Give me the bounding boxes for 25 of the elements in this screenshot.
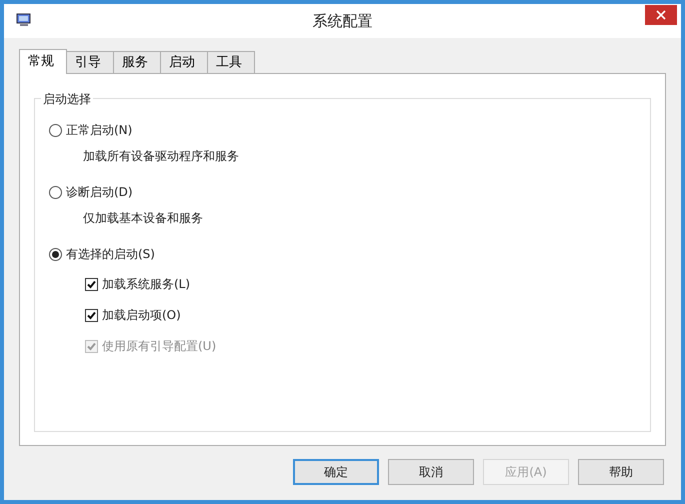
radio-option[interactable]: 正常启动(N) xyxy=(49,121,132,139)
radio-option[interactable]: 诊断启动(D) xyxy=(49,183,133,201)
checkbox[interactable] xyxy=(85,278,98,290)
tab[interactable]: 引导 xyxy=(66,51,114,73)
tab[interactable]: 服务 xyxy=(113,51,161,73)
radio-button[interactable] xyxy=(49,186,62,198)
option-description: 仅加载基本设备和服务 xyxy=(83,210,204,227)
window-title: 系统配置 xyxy=(312,10,374,32)
tab[interactable]: 启动 xyxy=(160,51,208,73)
group-title: 启动选择 xyxy=(41,90,93,108)
close-button[interactable] xyxy=(645,5,677,25)
checkbox-option[interactable]: 加载启动项(O) xyxy=(85,306,636,324)
dialog-button[interactable]: 取消 xyxy=(388,459,474,485)
tab[interactable]: 工具 xyxy=(207,51,255,73)
tab[interactable]: 常规 xyxy=(19,49,67,74)
close-icon xyxy=(656,10,666,20)
option-description: 加载所有设备驱动程序和服务 xyxy=(83,148,240,165)
radio-button[interactable] xyxy=(49,248,62,260)
checkbox-option[interactable]: 加载系统服务(L) xyxy=(85,275,636,293)
radio-button[interactable] xyxy=(49,124,62,136)
dialog-button[interactable]: 帮助 xyxy=(578,459,664,485)
checkbox[interactable] xyxy=(85,308,98,322)
dialog-button[interactable]: 确定 xyxy=(293,459,379,485)
radio-option[interactable]: 有选择的启动(S) xyxy=(49,245,155,263)
monitor-icon xyxy=(16,12,32,28)
